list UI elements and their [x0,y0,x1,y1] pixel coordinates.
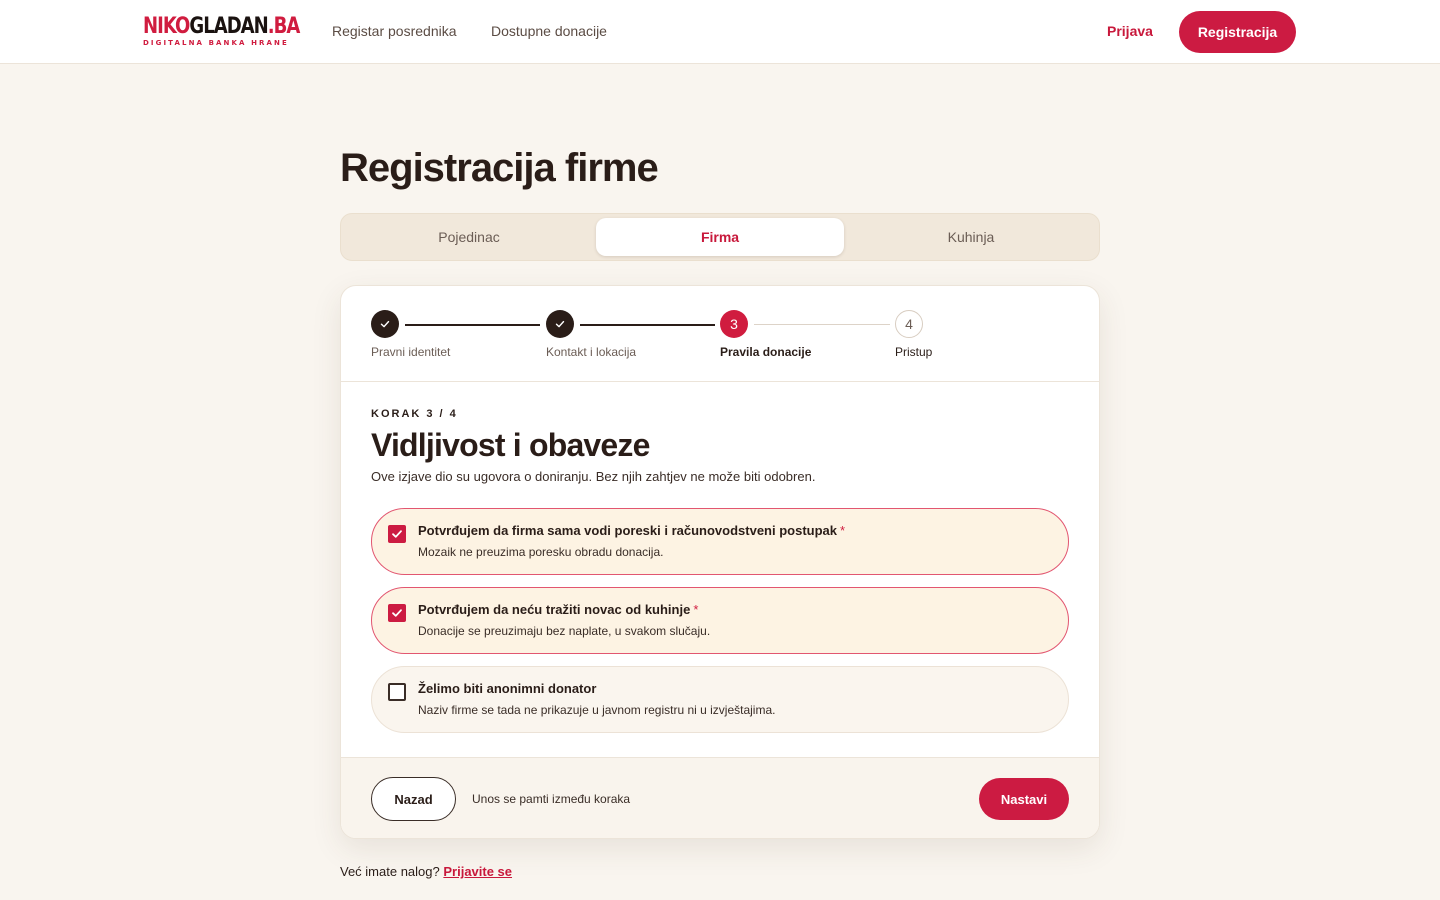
autosave-note: Unos se pamti između koraka [472,792,631,806]
login-link[interactable]: Prijava [1107,22,1153,40]
next-button[interactable]: Nastavi [979,778,1069,820]
step-2-complete-icon [546,310,574,338]
logo-tagline: DIGITALNA BANKA HRANE [143,39,289,47]
option-description: Mozaik ne preuzima poresku obradu donaci… [418,545,664,559]
step-connector [405,324,540,326]
consent-option-tax[interactable]: Potvrđujem da firma sama vodi poreski i … [371,508,1069,575]
option-title: Potvrđujem da firma sama vodi poreski i … [418,523,846,538]
section-title: Vidljivost i obaveze [371,427,650,463]
step-3-indicator: 3 [720,310,748,338]
option-title: Želimo biti anonimni donator [418,681,597,696]
step-4-label: Pristup [895,345,933,359]
checkbox-anonymous[interactable] [388,683,406,701]
step-4-indicator: 4 [895,310,923,338]
step-counter: KORAK 3 / 4 [371,408,458,420]
required-marker: * [840,523,846,538]
section-description: Ove izjave dio su ugovora o doniranju. B… [371,469,816,484]
tab-pojedinac[interactable]: Pojedinac [345,218,593,256]
step-connector [754,324,890,325]
step-2-label: Kontakt i lokacija [546,345,637,359]
check-icon [555,320,565,328]
top-navigation-bar: NIKOGLADAN.BA DIGITALNA BANKA HRANE Regi… [0,0,1440,64]
logo-wordmark: NIKOGLADAN.BA [143,14,300,39]
step-1-label: Pravni identitet [371,345,451,359]
consent-option-anonymous[interactable]: Želimo biti anonimni donator Naziv firme… [371,666,1069,733]
page-title: Registracija firme [340,146,659,190]
site-logo[interactable]: NIKOGLADAN.BA DIGITALNA BANKA HRANE [143,14,300,48]
tab-firma[interactable]: Firma [596,218,844,256]
option-title: Potvrđujem da neću tražiti novac od kuhi… [418,602,699,617]
check-icon [392,530,402,538]
tab-kuhinja[interactable]: Kuhinja [847,218,1095,256]
check-icon [392,609,402,617]
option-description: Donacije se preuzimaju bez naplate, u sv… [418,624,711,638]
login-prompt: Već imate nalog? Prijavite se [340,864,513,879]
option-description: Naziv firme se tada ne prikazuje u javno… [418,703,776,717]
progress-stepper: Pravni identitet Kontakt i lokacija 3 Pr… [341,286,1099,382]
step-connector [580,324,715,326]
nav-link-registar-posrednika[interactable]: Registar posrednika [332,22,457,40]
form-footer: Nazad Unos se pamti između koraka Nastav… [341,757,1099,838]
consent-option-no-payment[interactable]: Potvrđujem da neću tražiti novac od kuhi… [371,587,1069,654]
registration-card: Pravni identitet Kontakt i lokacija 3 Pr… [340,285,1100,839]
required-marker: * [693,602,699,617]
registration-type-tabs: Pojedinac Firma Kuhinja [340,213,1100,261]
step-3-label: Pravila donacije [720,345,812,359]
nav-link-dostupne-donacije[interactable]: Dostupne donacije [491,22,607,40]
register-button[interactable]: Registracija [1179,11,1296,53]
check-icon [380,320,390,328]
checkbox-no-payment[interactable] [388,604,406,622]
back-button[interactable]: Nazad [371,777,456,821]
checkbox-tax[interactable] [388,525,406,543]
step-1-complete-icon [371,310,399,338]
login-prompt-link[interactable]: Prijavite se [443,864,512,879]
